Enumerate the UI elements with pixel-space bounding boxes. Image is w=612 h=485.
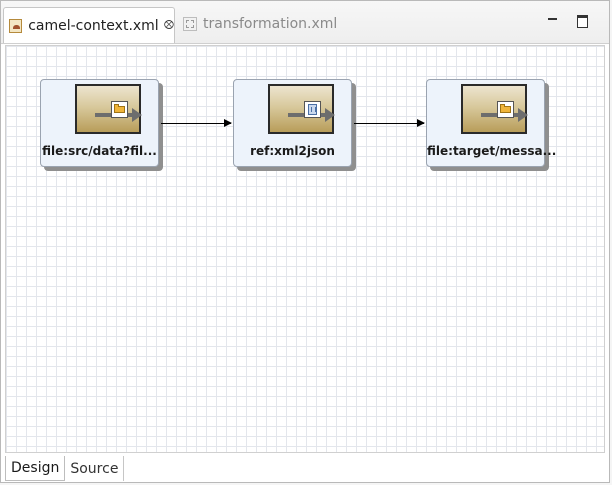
bean-icon	[304, 101, 321, 118]
close-tab-icon[interactable]: ⮾	[164, 18, 174, 33]
tab-label: transformation.xml	[203, 16, 338, 32]
node-label: ref:xml2json	[250, 144, 335, 158]
route-node-bean[interactable]: ref:xml2json	[233, 79, 352, 167]
route-node-source[interactable]: file:src/data?fil...	[40, 79, 159, 167]
editor-window: camel-context.xml ⮾ transformation.xml f…	[0, 0, 610, 483]
minimize-icon[interactable]	[546, 14, 560, 28]
xml-file-icon	[183, 17, 197, 31]
node-image	[268, 84, 335, 134]
maximize-icon[interactable]	[576, 14, 590, 28]
node-label: file:target/messa...	[427, 144, 557, 158]
route-node-target[interactable]: file:target/messa...	[426, 79, 557, 167]
diagram-canvas[interactable]: file:src/data?fil... ref:xml2json file:t…	[5, 45, 605, 453]
editor-bottom-tabs: Design Source	[5, 456, 125, 481]
camel-context-file-icon	[9, 18, 23, 33]
route-connection[interactable]	[161, 119, 232, 127]
node-image	[461, 84, 528, 134]
tab-camel-context[interactable]: camel-context.xml ⮾	[3, 7, 175, 43]
tab-design[interactable]: Design	[5, 456, 66, 481]
tab-label: camel-context.xml	[28, 17, 159, 34]
folder-icon	[497, 101, 514, 118]
tab-source[interactable]: Source	[65, 456, 125, 481]
node-image	[75, 84, 142, 134]
folder-icon	[111, 101, 128, 118]
editor-tab-bar: camel-context.xml ⮾ transformation.xml	[1, 1, 609, 44]
node-label: file:src/data?fil...	[42, 144, 157, 158]
tab-transformation[interactable]: transformation.xml	[178, 7, 338, 41]
route-connection[interactable]	[354, 119, 425, 127]
